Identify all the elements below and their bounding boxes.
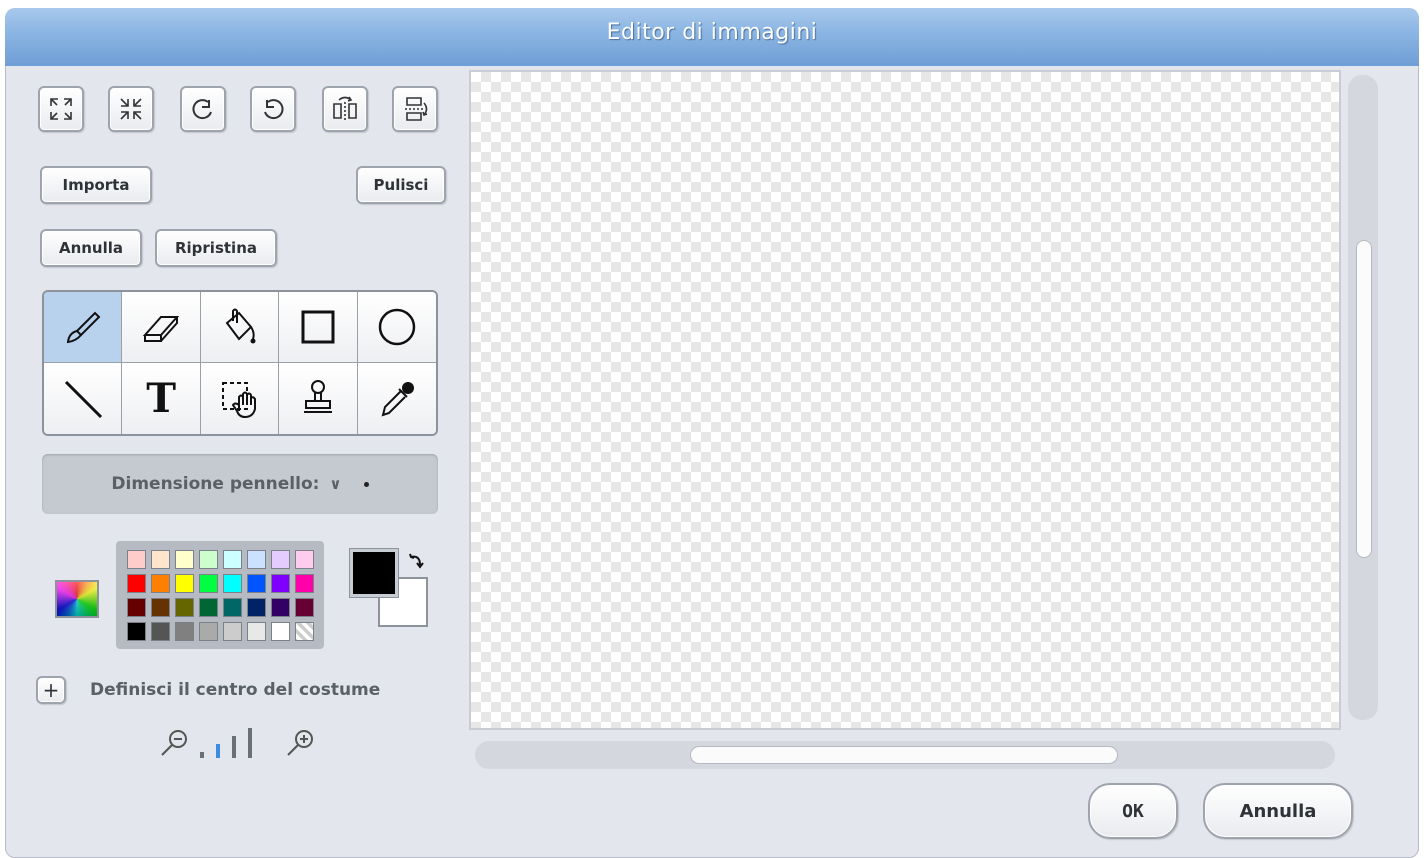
- zoom-control[interactable]: [158, 726, 318, 762]
- rotate-right-button[interactable]: [250, 86, 296, 132]
- ok-button[interactable]: OK: [1088, 783, 1178, 839]
- flip-horizontal-button[interactable]: [322, 86, 368, 132]
- tool-eraser[interactable]: [122, 292, 201, 363]
- paint-bucket-icon: [226, 308, 256, 344]
- color-swatch[interactable]: [126, 549, 146, 569]
- color-swatch[interactable]: [126, 597, 146, 617]
- shrink-button[interactable]: [108, 86, 154, 132]
- grow-button[interactable]: [38, 86, 84, 132]
- undo-button[interactable]: Annulla: [40, 229, 142, 267]
- color-swatch[interactable]: [222, 597, 242, 617]
- zoom-level-bars: [200, 728, 252, 758]
- rotate-left-icon: [192, 99, 212, 120]
- flip-horizontal-icon: [333, 96, 357, 120]
- color-swatch[interactable]: [270, 621, 290, 641]
- color-swatch[interactable]: [222, 549, 242, 569]
- color-swatch[interactable]: [270, 549, 290, 569]
- color-swatch[interactable]: [222, 621, 242, 641]
- color-swatch[interactable]: [222, 573, 242, 593]
- brush-size-preview-icon: [363, 481, 369, 487]
- set-center-label: Definisci il centro del costume: [90, 680, 381, 700]
- current-colors: [348, 545, 432, 631]
- color-picker-spectrum[interactable]: [55, 580, 99, 618]
- title-bar[interactable]: Editor di immagini: [5, 8, 1419, 66]
- cancel-button[interactable]: Annulla: [1203, 783, 1353, 839]
- line-icon: [64, 380, 102, 418]
- color-swatch[interactable]: [174, 549, 194, 569]
- rotate-right-icon: [264, 99, 284, 120]
- color-swatch[interactable]: [150, 549, 170, 569]
- zoom-level-bar[interactable]: [232, 736, 236, 758]
- color-swatch[interactable]: [246, 549, 266, 569]
- color-swatch[interactable]: [270, 573, 290, 593]
- paintbrush-icon: [66, 311, 101, 344]
- color-swatch[interactable]: [126, 573, 146, 593]
- horizontal-scroll-thumb[interactable]: [690, 746, 1118, 764]
- chevron-down-icon[interactable]: ∨: [329, 475, 341, 493]
- color-swatch[interactable]: [174, 597, 194, 617]
- stamp-icon: [303, 379, 332, 413]
- zoom-out-icon[interactable]: [161, 730, 187, 756]
- brush-size-control[interactable]: Dimensione pennello: ∨: [42, 454, 438, 514]
- select-hand-icon: [222, 381, 257, 418]
- color-swatch[interactable]: [150, 573, 170, 593]
- tool-text[interactable]: T: [122, 363, 201, 434]
- text-icon: T: [146, 375, 176, 422]
- drawing-canvas[interactable]: [469, 70, 1341, 730]
- color-swatch[interactable]: [150, 597, 170, 617]
- flip-vertical-icon: [405, 97, 428, 121]
- tool-paintbrush[interactable]: [44, 292, 123, 363]
- color-swatch[interactable]: [174, 573, 194, 593]
- swap-colors-icon[interactable]: [408, 551, 428, 573]
- color-swatch[interactable]: [198, 621, 218, 641]
- tool-select[interactable]: [200, 363, 280, 434]
- color-swatch[interactable]: [294, 573, 314, 593]
- color-swatch[interactable]: [198, 549, 218, 569]
- eraser-icon: [142, 316, 180, 342]
- brush-size-label: Dimensione pennello:: [111, 474, 320, 494]
- redo-button[interactable]: Ripristina: [155, 229, 277, 267]
- color-swatch[interactable]: [246, 573, 266, 593]
- zoom-level-bar[interactable]: [248, 728, 252, 758]
- plus-icon: +: [42, 678, 60, 702]
- tool-rectangle[interactable]: [279, 292, 358, 363]
- tool-stamp[interactable]: [279, 363, 358, 434]
- flip-vertical-button[interactable]: [392, 86, 438, 132]
- clear-button[interactable]: Pulisci: [356, 166, 446, 204]
- rotate-left-button[interactable]: [180, 86, 226, 132]
- color-swatch[interactable]: [246, 621, 266, 641]
- eyedropper-icon: [381, 381, 414, 417]
- color-swatch[interactable]: [198, 597, 218, 617]
- tool-eyedropper[interactable]: [357, 363, 436, 434]
- color-swatch[interactable]: [294, 549, 314, 569]
- shrink-icon: [120, 98, 142, 120]
- set-center-button[interactable]: +: [36, 676, 66, 704]
- tool-ellipse[interactable]: [357, 292, 436, 363]
- color-swatch[interactable]: [246, 597, 266, 617]
- color-swatch[interactable]: [174, 621, 194, 641]
- rectangle-icon: [301, 310, 335, 344]
- import-button[interactable]: Importa: [40, 166, 152, 204]
- tool-line[interactable]: [44, 363, 123, 434]
- tool-palette: T: [42, 290, 438, 436]
- foreground-color-swatch[interactable]: [349, 548, 399, 598]
- ellipse-icon: [378, 308, 416, 346]
- tool-fill[interactable]: [200, 292, 280, 363]
- zoom-level-bar[interactable]: [200, 752, 204, 758]
- zoom-level-bar[interactable]: [216, 744, 220, 758]
- zoom-in-icon[interactable]: [287, 730, 313, 756]
- grow-icon: [50, 98, 72, 120]
- color-swatch[interactable]: [198, 573, 218, 593]
- color-palette: [116, 541, 324, 649]
- color-swatch[interactable]: [294, 597, 314, 617]
- color-swatch[interactable]: [126, 621, 146, 641]
- vertical-scroll-thumb[interactable]: [1356, 240, 1372, 558]
- dialog-title: Editor di immagini: [606, 20, 818, 45]
- color-swatch[interactable]: [270, 597, 290, 617]
- color-swatch[interactable]: [150, 621, 170, 641]
- transparent-swatch[interactable]: [294, 621, 314, 641]
